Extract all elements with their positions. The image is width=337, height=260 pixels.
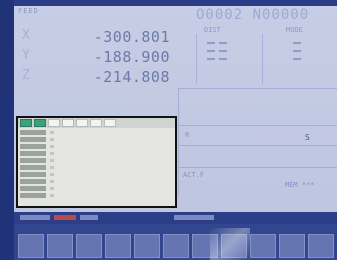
panel-label-mem: MEM *** (285, 181, 315, 189)
panel-label-actf: ACT.F (183, 171, 205, 179)
row-header (20, 179, 46, 184)
axis-row-x: X -300.801 (14, 28, 174, 46)
table-row[interactable] (20, 193, 174, 199)
row-cell (50, 159, 54, 162)
panel-label-r: R (185, 131, 190, 139)
softkey-5[interactable] (134, 234, 160, 258)
toolbar-button[interactable] (76, 119, 88, 127)
screen-left-bezel (0, 0, 14, 260)
row-cell (50, 152, 54, 155)
top-label: FEED (18, 7, 39, 15)
row-cell (50, 180, 54, 183)
row-cell (50, 173, 54, 176)
dist-column (196, 34, 253, 84)
softkey-10[interactable] (279, 234, 305, 258)
status-segment (20, 215, 50, 220)
softkey-6[interactable] (163, 234, 189, 258)
row-header (20, 158, 46, 163)
axis-value: -300.801 (93, 28, 170, 46)
axis-row-z: Z -214.808 (14, 68, 174, 86)
dash-mark (219, 50, 227, 52)
row-header (20, 144, 46, 149)
row-header (20, 172, 46, 177)
row-header (20, 193, 46, 198)
table-row[interactable] (20, 172, 174, 178)
table-row[interactable] (20, 144, 174, 150)
status-strip (14, 212, 337, 224)
divider (179, 125, 337, 126)
table-popup[interactable] (16, 116, 177, 208)
screen-glare (210, 228, 250, 260)
toolbar-button[interactable] (20, 119, 32, 127)
table-row[interactable] (20, 186, 174, 192)
axis-letter: Y (22, 48, 30, 63)
toolbar-button[interactable] (90, 119, 102, 127)
toolbar-button[interactable] (104, 119, 116, 127)
absolute-position-block: X -300.801 Y -188.900 Z -214.808 (14, 26, 174, 90)
softkey-11[interactable] (308, 234, 334, 258)
softkey-2[interactable] (47, 234, 73, 258)
status-panel: R S ACT.F MEM *** (178, 88, 337, 197)
status-segment (80, 215, 98, 220)
popup-table (20, 130, 174, 204)
mode-column (262, 34, 319, 84)
status-segment (174, 215, 214, 220)
divider (179, 167, 337, 168)
dash-mark (207, 50, 215, 52)
dash-mark (219, 58, 227, 60)
softkey-3[interactable] (76, 234, 102, 258)
softkey-9[interactable] (250, 234, 276, 258)
row-header (20, 137, 46, 142)
popup-toolbar (18, 118, 175, 128)
row-header (20, 151, 46, 156)
dash-mark (207, 42, 215, 44)
table-row[interactable] (20, 158, 174, 164)
divider (179, 145, 337, 146)
softkey-bar (14, 224, 337, 260)
softkey-1[interactable] (18, 234, 44, 258)
row-header (20, 130, 46, 135)
axis-letter: X (22, 28, 30, 43)
row-cell (50, 194, 54, 197)
dash-mark (293, 50, 301, 52)
table-row[interactable] (20, 179, 174, 185)
row-cell (50, 166, 54, 169)
dash-mark (293, 58, 301, 60)
dash-mark (293, 42, 301, 44)
row-header (20, 165, 46, 170)
dash-mark (207, 58, 215, 60)
axis-value: -214.808 (93, 68, 170, 86)
toolbar-button[interactable] (62, 119, 74, 127)
toolbar-button[interactable] (48, 119, 60, 127)
row-cell (50, 187, 54, 190)
panel-label-s: S (305, 133, 310, 142)
dash-mark (219, 42, 227, 44)
table-row[interactable] (20, 165, 174, 171)
row-cell (50, 138, 54, 141)
screen-top-bezel (0, 0, 337, 6)
row-cell (50, 145, 54, 148)
table-row[interactable] (20, 130, 174, 136)
axis-letter: Z (22, 68, 30, 83)
axis-row-y: Y -188.900 (14, 48, 174, 66)
table-row[interactable] (20, 151, 174, 157)
row-cell (50, 131, 54, 134)
row-header (20, 186, 46, 191)
toolbar-button[interactable] (34, 119, 46, 127)
table-row[interactable] (20, 137, 174, 143)
column-head-mode: MODE (286, 26, 303, 34)
softkey-4[interactable] (105, 234, 131, 258)
program-number: O0002 N00000 (196, 7, 310, 23)
axis-value: -188.900 (93, 48, 170, 66)
column-head-dist: DIST (204, 26, 221, 34)
cnc-screen: FEED O0002 N00000 X -300.801 Y -188.900 … (0, 0, 337, 260)
status-alarm-segment (54, 215, 76, 220)
